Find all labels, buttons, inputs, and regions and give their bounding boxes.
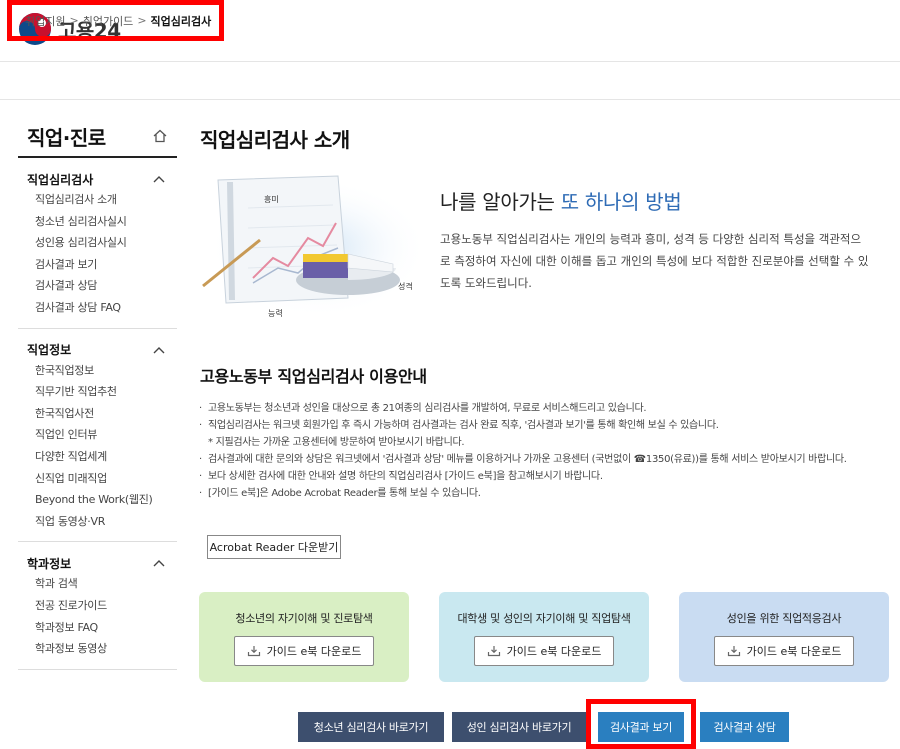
sidebar-group-major-info: 학과정보 학과 검색 전공 진로가이드 학과정보 FAQ 학과정보 동영상 [18, 542, 177, 670]
ebook-download-button-adult[interactable]: 가이드 e북 다운로드 [714, 636, 854, 666]
breadcrumb-separator-icon: > [137, 14, 147, 27]
ebook-download-label: 가이드 e북 다운로드 [266, 645, 362, 658]
sidebar-item-major-search[interactable]: 학과 검색 [18, 573, 177, 595]
intro-heading-prefix: 나를 알아가는 [440, 190, 561, 214]
guide-card-youth: 청소년의 자기이해 및 진로탐색 가이드 e북 다운로드 [199, 592, 409, 682]
sidebar-item-adult-test[interactable]: 성인용 심리검사실시 [18, 232, 177, 254]
psych-test-illustration: 흥미 성격 능력 [202, 175, 420, 318]
guide-section-title: 고용노동부 직업심리검사 이용안내 [200, 367, 427, 386]
sidebar-group-header[interactable]: 직업정보 [18, 340, 177, 360]
sidebar-item-job-world[interactable]: 다양한 직업세계 [18, 446, 177, 468]
guide-bullet-note: * 지필검사는 가까운 고용센터에 방문하여 받아보시기 바랍니다. [208, 437, 465, 448]
sidebar-item-youth-test[interactable]: 청소년 심리검사실시 [18, 211, 177, 233]
sidebar-item-major-faq[interactable]: 학과정보 FAQ [18, 617, 177, 639]
sidebar-group-label: 직업심리검사 [27, 172, 94, 187]
download-icon [247, 646, 260, 657]
illustration-label-personality: 성격 [398, 281, 413, 291]
sidebar-item-major-guide[interactable]: 전공 진로가이드 [18, 595, 177, 617]
home-icon[interactable] [153, 129, 167, 143]
sidebar-item-interview[interactable]: 직업인 인터뷰 [18, 424, 177, 446]
sidebar-group-psych-test: 직업심리검사 직업심리검사 소개 청소년 심리검사실시 성인용 심리검사실시 검… [18, 158, 177, 329]
sidebar-item-job-recommend[interactable]: 직무기반 직업추천 [18, 381, 177, 403]
sidebar-item-psych-test-intro[interactable]: 직업심리검사 소개 [18, 189, 177, 211]
breadcrumb-separator-icon: > [69, 14, 79, 27]
download-icon [727, 646, 740, 657]
adult-test-shortcut-button[interactable]: 성인 심리검사 바로가기 [452, 712, 586, 742]
guide-bullet: 검사결과에 대한 문의와 상담은 워크넷에서 '검사결과 상담' 메뉴를 이용하… [197, 451, 890, 468]
intro-heading: 나를 알아가는 또 하나의 방법 [440, 186, 682, 215]
sidebar-item-result-counseling[interactable]: 검사결과 상담 [18, 275, 177, 297]
guide-bullet-list: 고용노동부는 청소년과 성인을 대상으로 총 21여종의 심리검사를 개발하여,… [197, 400, 890, 502]
guide-card-title: 성인을 위한 직업적응검사 [726, 612, 842, 625]
sidebar-title: 직업·진로 [18, 116, 177, 158]
ebook-download-label: 가이드 e북 다운로드 [746, 645, 842, 658]
intro-description: 고용노동부 직업심리검사는 개인의 능력과 흥미, 성격 등 다양한 심리적 특… [440, 232, 869, 290]
sidebar-group-job-info: 직업정보 한국직업정보 직무기반 직업추천 한국직업사전 직업인 인터뷰 다양한… [18, 329, 177, 543]
page-title: 직업심리검사 소개 [200, 128, 350, 152]
ebook-download-button-youth[interactable]: 가이드 e북 다운로드 [234, 636, 374, 666]
sidebar-item-view-results[interactable]: 검사결과 보기 [18, 254, 177, 276]
sidebar-item-major-video[interactable]: 학과정보 동영상 [18, 638, 177, 660]
ebook-download-label: 가이드 e북 다운로드 [506, 645, 602, 658]
guide-bullet: 직업심리검사는 워크넷 회원가입 후 즉시 가능하며 검사결과는 검사 완료 직… [197, 417, 890, 434]
chevron-up-icon[interactable] [153, 559, 165, 567]
breadcrumb: 취업지원 > 취업가이드 > 직업심리검사 [7, 0, 224, 41]
sidebar-item-new-jobs[interactable]: 신직업 미래직업 [18, 468, 177, 490]
chevron-up-icon[interactable] [153, 175, 165, 183]
sidebar: 직업·진로 직업심리검사 직업심리검사 소개 청소년 심리검사실시 성인용 심리… [18, 116, 177, 670]
breadcrumb-bar [0, 62, 900, 100]
illustration-label-interest: 흥미 [264, 194, 279, 204]
sidebar-group-header[interactable]: 학과정보 [18, 553, 177, 573]
guide-card-college-adult: 대학생 및 성인의 자기이해 및 직업탐색 가이드 e북 다운로드 [439, 592, 649, 682]
breadcrumb-item-job-support[interactable]: 취업지원 [25, 13, 65, 29]
sidebar-item-job-dictionary[interactable]: 한국직업사전 [18, 403, 177, 425]
intro-heading-accent: 또 하나의 방법 [560, 190, 682, 214]
guide-bullet: [가이드 e북]은 Adobe Acrobat Reader를 통해 보실 수 … [197, 485, 890, 502]
sidebar-group-header[interactable]: 직업심리검사 [18, 169, 177, 189]
chevron-up-icon[interactable] [153, 346, 165, 354]
sidebar-title-text: 직업·진로 [27, 125, 106, 150]
illustration-label-ability: 능력 [268, 308, 283, 318]
acrobat-download-button[interactable]: Acrobat Reader 다운받기 [207, 535, 341, 559]
guide-bullet: 보다 상세한 검사에 대한 안내와 설명 하단의 직업심리검사 [가이드 e북]… [197, 468, 890, 485]
guide-card-adult-adaptation: 성인을 위한 직업적응검사 가이드 e북 다운로드 [679, 592, 889, 682]
breadcrumb-item-job-guide[interactable]: 취업가이드 [83, 13, 134, 29]
sidebar-item-counseling-faq[interactable]: 검사결과 상담 FAQ [18, 297, 177, 319]
breadcrumb-item-current[interactable]: 직업심리검사 [151, 13, 212, 29]
sidebar-group-label: 직업정보 [27, 343, 72, 358]
guide-card-title: 대학생 및 성인의 자기이해 및 직업탐색 [457, 612, 631, 625]
sidebar-item-video-vr[interactable]: 직업 동영상·VR [18, 511, 177, 533]
sidebar-item-webzine[interactable]: Beyond the Work(웹진) [18, 489, 177, 511]
guide-card-title: 청소년의 자기이해 및 진로탐색 [235, 612, 373, 625]
sidebar-group-label: 학과정보 [27, 556, 72, 571]
view-results-button[interactable]: 검사결과 보기 [598, 712, 684, 742]
ebook-download-button-college[interactable]: 가이드 e북 다운로드 [474, 636, 614, 666]
download-icon [487, 646, 500, 657]
youth-test-shortcut-button[interactable]: 청소년 심리검사 바로가기 [298, 712, 444, 742]
guide-bullet: 고용노동부는 청소년과 성인을 대상으로 총 21여종의 심리검사를 개발하여,… [197, 400, 890, 417]
sidebar-item-korea-job-info[interactable]: 한국직업정보 [18, 360, 177, 382]
result-counseling-button[interactable]: 검사결과 상담 [700, 712, 789, 742]
